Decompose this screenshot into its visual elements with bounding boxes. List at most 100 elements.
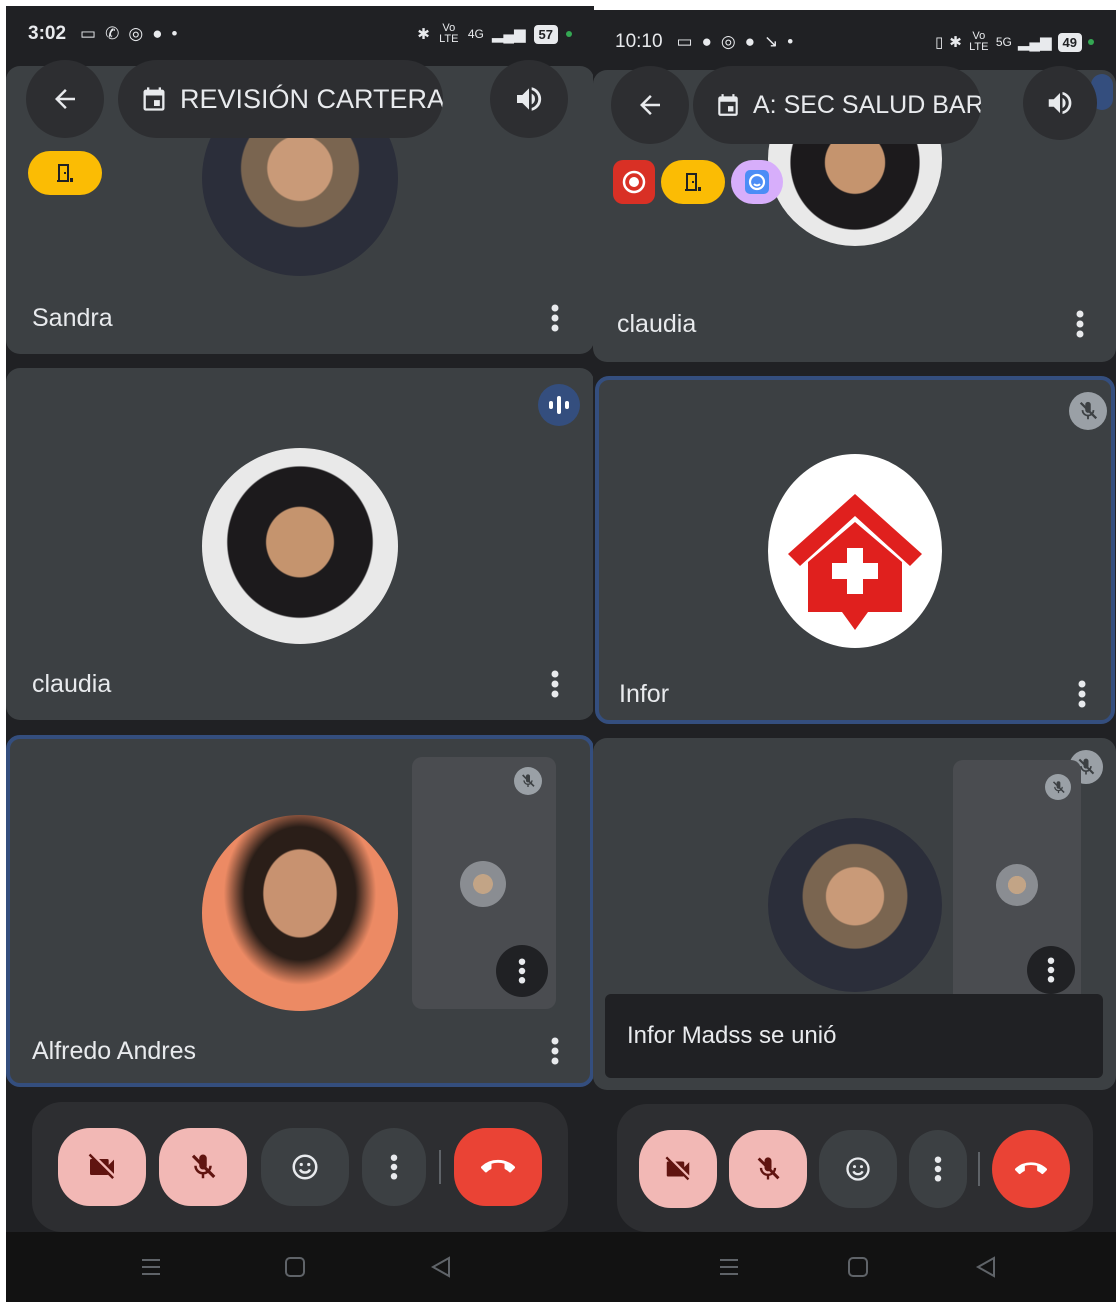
self-view-tile[interactable]: [953, 760, 1081, 1012]
mic-off-icon: [1069, 392, 1107, 430]
volume-icon: [1048, 92, 1072, 114]
call-end-icon: [481, 1159, 515, 1173]
privacy-indicator-icon: [1088, 39, 1094, 45]
camera-toggle-button[interactable]: [639, 1130, 717, 1208]
call-end-icon: [1015, 1162, 1047, 1175]
audio-output-button[interactable]: [1023, 66, 1097, 140]
participant-more-button[interactable]: [540, 298, 570, 338]
participant-tile-active[interactable]: Alfredo Andres: [6, 735, 594, 1087]
bluetooth-icon: ✱: [949, 34, 962, 51]
participant-more-button[interactable]: [1067, 674, 1097, 714]
meeting-title-chip[interactable]: REVISIÓN CARTERA: [118, 60, 443, 138]
mic-off-icon: [191, 1154, 216, 1179]
volte-label: Vo LTE: [439, 22, 459, 45]
mic-off-icon: [1045, 774, 1071, 800]
message-icon: ●: [744, 32, 756, 51]
missed-call-icon: ↘: [764, 32, 779, 51]
participant-tile[interactable]: Infor Madss se unió: [593, 738, 1116, 1090]
calendar-icon: [718, 94, 738, 116]
reactions-button[interactable]: [261, 1128, 349, 1206]
emoji-icon: [846, 1157, 870, 1181]
dot-icon: •: [171, 24, 178, 43]
arrow-left-icon: [640, 95, 660, 115]
system-navigation-bar: [6, 1232, 594, 1302]
avatar-alfredo: [202, 815, 398, 1011]
volte-label: Vo LTE: [969, 30, 989, 53]
back-nav-icon[interactable]: [975, 1255, 997, 1279]
more-vertical-icon: [551, 670, 559, 698]
system-navigation-bar: [593, 1232, 1116, 1302]
mic-toggle-button[interactable]: [159, 1128, 247, 1206]
meeting-title-chip[interactable]: A: SEC SALUD BARR: [693, 66, 981, 144]
more-vertical-icon: [551, 304, 559, 332]
more-vertical-icon: [551, 1037, 559, 1065]
toast-message: Infor Madss se unió: [627, 1022, 837, 1049]
recents-icon[interactable]: [717, 1255, 741, 1279]
home-icon[interactable]: [284, 1255, 306, 1279]
meeting-title: REVISIÓN CARTERA: [180, 83, 443, 114]
calendar-icon: [143, 87, 165, 111]
participant-tile-active[interactable]: Infor: [595, 376, 1115, 724]
bluetooth-icon: ✱: [417, 26, 430, 43]
self-view-more-button[interactable]: [496, 945, 548, 997]
more-vertical-icon: [934, 1156, 942, 1182]
self-view-tile[interactable]: [412, 757, 556, 1009]
more-options-button[interactable]: [362, 1128, 426, 1206]
more-options-button[interactable]: [909, 1130, 967, 1208]
participant-name: Sandra: [32, 304, 113, 332]
facebook-icon: ●: [701, 32, 712, 51]
video-notification-icon: ▭: [80, 24, 97, 43]
participant-more-button[interactable]: [540, 664, 570, 704]
call-controls-bar: [32, 1102, 568, 1232]
video-notification-icon: ▭: [676, 32, 693, 51]
transcript-chip[interactable]: [731, 160, 783, 204]
reactions-button[interactable]: [819, 1130, 897, 1208]
avatar-infor: [768, 454, 942, 648]
video-off-icon: [88, 1153, 114, 1179]
call-controls-bar: [617, 1104, 1093, 1232]
mic-toggle-button[interactable]: [729, 1130, 807, 1208]
self-view-avatar: [460, 861, 506, 907]
health-house-icon: [788, 494, 922, 630]
self-view-avatar: [996, 864, 1038, 906]
back-button[interactable]: [26, 60, 104, 138]
battery-level: 57: [533, 24, 558, 44]
mic-off-icon: [757, 1157, 780, 1180]
host-controls-chip[interactable]: [28, 151, 102, 195]
audio-output-button[interactable]: [490, 60, 568, 138]
mic-off-icon: [514, 767, 542, 795]
recording-chip[interactable]: [613, 160, 655, 204]
meeting-title: A: SEC SALUD BARR: [753, 90, 981, 119]
recents-icon[interactable]: [139, 1255, 163, 1279]
back-nav-icon[interactable]: [430, 1255, 452, 1279]
back-button[interactable]: [611, 66, 689, 144]
more-vertical-icon: [390, 1154, 398, 1180]
participant-joined-toast: Infor Madss se unió: [605, 994, 1103, 1078]
chat-notification-icon: ✆: [105, 24, 120, 43]
arrow-left-icon: [55, 89, 75, 109]
participant-more-button[interactable]: [540, 1031, 570, 1071]
volume-icon: [517, 87, 542, 111]
end-call-button[interactable]: [454, 1128, 542, 1206]
self-view-more-button[interactable]: [1027, 946, 1075, 994]
participant-more-button[interactable]: [1065, 304, 1095, 344]
status-bar: 10:10 ▭ ● ◎ ● ↘ • ▯ ✱ Vo LTE 5G ▂▄▆ 49: [593, 14, 1116, 70]
network-type: 5G: [995, 35, 1012, 49]
avatar-sandra: [768, 818, 942, 992]
battery-level: 49: [1057, 32, 1082, 52]
end-call-button[interactable]: [992, 1130, 1070, 1208]
camera-toggle-button[interactable]: [58, 1128, 146, 1206]
participant-tile[interactable]: claudia: [6, 368, 594, 720]
more-vertical-icon: [1047, 957, 1055, 983]
emoji-icon: [292, 1154, 318, 1180]
whatsapp-icon: ◎: [128, 24, 144, 43]
right-phone-screen: 10:10 ▭ ● ◎ ● ↘ • ▯ ✱ Vo LTE 5G ▂▄▆ 49 A…: [593, 10, 1116, 1302]
status-time: 10:10: [615, 31, 663, 52]
home-icon[interactable]: [847, 1255, 869, 1279]
vibrate-icon: ▯: [934, 34, 944, 51]
left-phone-screen: 3:02 ▭ ✆ ◎ ● • ✱ Vo LTE 4G ▂▄▆ 57 REVISI…: [6, 6, 594, 1302]
status-time: 3:02: [28, 23, 67, 44]
signal-icon: ▂▄▆: [491, 26, 526, 43]
host-controls-chip[interactable]: [661, 160, 725, 204]
participant-name: Infor: [619, 680, 670, 708]
